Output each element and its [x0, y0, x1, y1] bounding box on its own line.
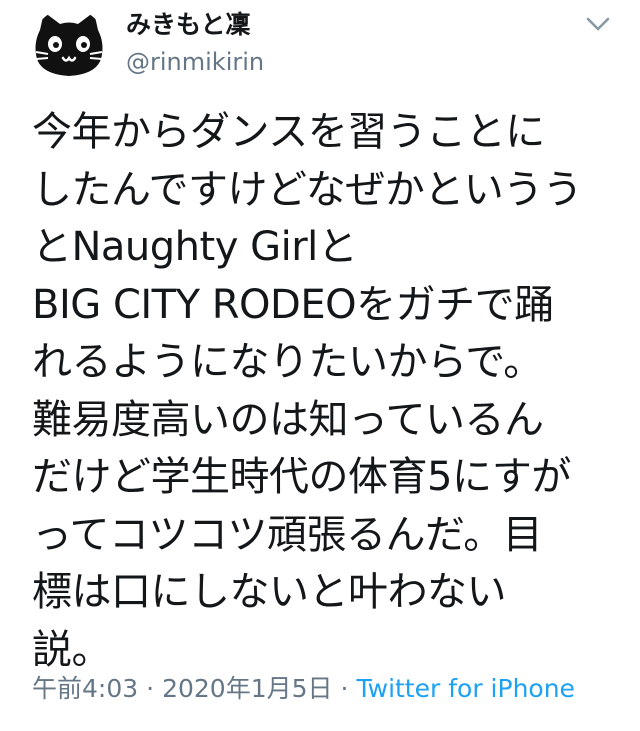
chevron-down-icon[interactable] — [584, 10, 612, 38]
tweet: みきもと凜 @rinmikirin 今年からダンスを習うことに したんですけどな… — [0, 0, 640, 731]
tweet-line: れるようになりたいからで。 — [32, 339, 543, 385]
tweet-date[interactable]: 2020年1月5日 — [162, 674, 332, 703]
display-name[interactable]: みきもと凜 — [126, 8, 251, 42]
meta-separator: · — [340, 674, 349, 703]
avatar[interactable] — [32, 8, 106, 82]
tweet-line: 標は口にしないと叶わない — [32, 569, 507, 615]
tweet-meta: 午前4:03 · 2020年1月5日 · Twitter for iPhone — [32, 670, 575, 708]
cat-icon — [35, 12, 103, 76]
tweet-line: したんですけどなぜかというう — [32, 166, 583, 213]
source-link[interactable]: Twitter for iPhone — [356, 674, 574, 703]
tweet-line: 今年からダンスを習うことに — [32, 109, 545, 155]
meta-separator: · — [146, 674, 155, 703]
tweet-line: 難易度高いのは知っているん — [32, 396, 544, 443]
tweet-line: とNaughty Girlと — [32, 224, 358, 270]
tweet-line: BIG CITY RODEOをガチで踊 — [32, 281, 554, 328]
user-handle[interactable]: @rinmikirin — [126, 46, 264, 78]
tweet-line: だけど学生時代の体育5にすが — [32, 454, 571, 500]
tweet-text: 今年からダンスを習うことに したんですけどなぜかというう とNaughty Gi… — [32, 104, 632, 679]
tweet-line: ってコツコツ頑張るんだ。目 — [32, 511, 543, 558]
tweet-time[interactable]: 午前4:03 — [32, 674, 138, 703]
